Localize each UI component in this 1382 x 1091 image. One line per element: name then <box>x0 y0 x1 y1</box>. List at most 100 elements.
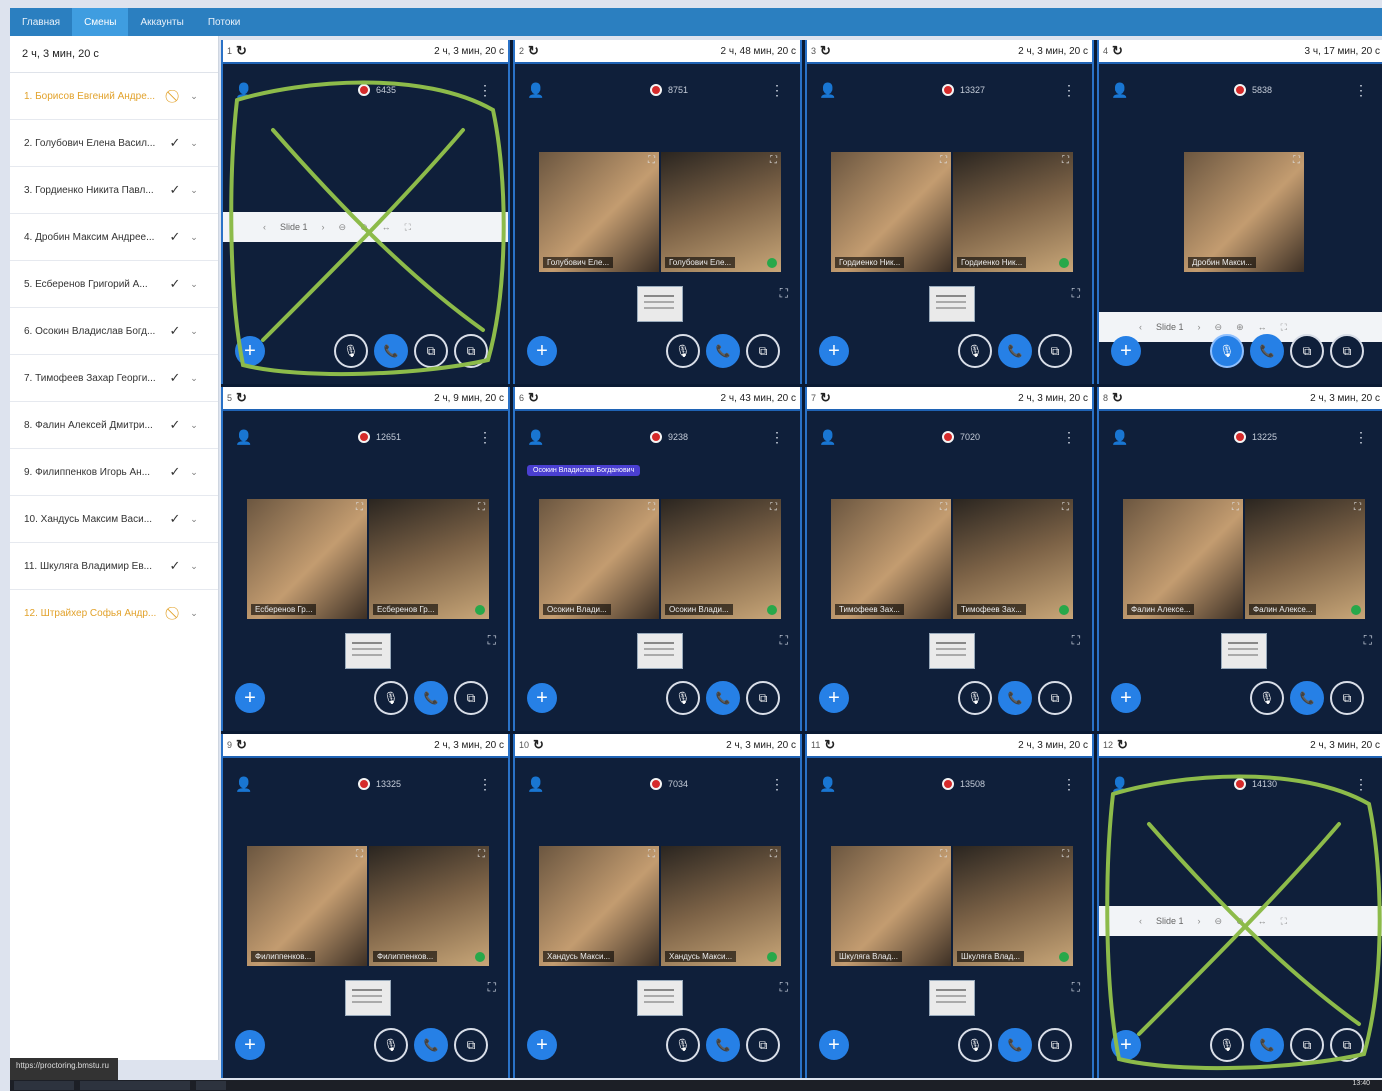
refresh-icon[interactable]: ↻ <box>236 43 247 59</box>
expand-icon[interactable]: ⛶ <box>648 155 655 166</box>
student-row[interactable]: 3. Гордиенко Никита Павл... ✓ ⌄ <box>10 167 218 214</box>
phone-button[interactable]: 📞 <box>998 1028 1032 1062</box>
expand-icon[interactable]: ⛶ <box>1072 286 1080 301</box>
screen-share-button[interactable]: ⧉ <box>1330 334 1364 368</box>
zoom-out-icon[interactable]: ⊖ <box>1215 916 1223 927</box>
mic-button[interactable]: 🎙 <box>1210 334 1244 368</box>
add-button[interactable]: + <box>1111 683 1141 713</box>
zoom-in-icon[interactable]: ⊕ <box>1236 322 1244 333</box>
user-icon[interactable]: 👤 <box>819 82 836 99</box>
more-options-icon[interactable]: ⋮ <box>1062 429 1076 446</box>
fit-width-icon[interactable]: ↔ <box>1258 322 1267 332</box>
expand-icon[interactable]: ⛶ <box>488 980 496 995</box>
expand-icon[interactable]: ⛶ <box>1062 502 1069 513</box>
expand-icon[interactable]: ⛶ <box>1293 155 1300 166</box>
mic-button[interactable]: 🎙 <box>374 681 408 715</box>
refresh-icon[interactable]: ↻ <box>820 390 831 406</box>
expand-icon[interactable]: ⛶ <box>1232 502 1239 513</box>
expand-icon[interactable]: ⛶ <box>940 502 947 513</box>
nav-tab-0[interactable]: Главная <box>10 8 72 36</box>
zoom-in-icon[interactable]: ⊕ <box>1236 916 1244 927</box>
chevron-down-icon[interactable]: ⌄ <box>184 326 204 337</box>
refresh-icon[interactable]: ↻ <box>528 390 539 406</box>
document-thumbnail[interactable] <box>637 633 683 669</box>
mic-button[interactable]: 🎙 <box>374 1028 408 1062</box>
phone-button[interactable]: 📞 <box>1290 681 1324 715</box>
webcam-video[interactable]: ⛶ Фалин Алексе... <box>1123 499 1243 619</box>
expand-icon[interactable]: ⛶ <box>1364 633 1372 648</box>
user-icon[interactable]: 👤 <box>235 776 252 793</box>
prev-slide-icon[interactable]: ‹ <box>1139 916 1142 926</box>
expand-icon[interactable]: ⛶ <box>1062 849 1069 860</box>
expand-icon[interactable]: ⛶ <box>940 849 947 860</box>
phone-button[interactable]: 📞 <box>998 334 1032 368</box>
expand-icon[interactable]: ⛶ <box>770 155 777 166</box>
webcam-video[interactable]: ⛶ Есберенов Гр... <box>369 499 489 619</box>
mic-button[interactable]: 🎙 <box>1210 1028 1244 1062</box>
webcam-video[interactable]: ⛶ Хандусь Макси... <box>539 846 659 966</box>
add-button[interactable]: + <box>1111 1030 1141 1060</box>
next-slide-icon[interactable]: › <box>322 222 325 232</box>
fullscreen-icon[interactable]: ⛶ <box>1281 916 1287 927</box>
more-options-icon[interactable]: ⋮ <box>478 82 492 99</box>
webcam-video[interactable]: ⛶ Голубович Еле... <box>661 152 781 272</box>
add-button[interactable]: + <box>527 1030 557 1060</box>
chevron-down-icon[interactable]: ⌄ <box>184 232 204 243</box>
more-options-icon[interactable]: ⋮ <box>1354 776 1368 793</box>
next-slide-icon[interactable]: › <box>1198 322 1201 332</box>
student-row[interactable]: 6. Осокин Владислав Богд... ✓ ⌄ <box>10 308 218 355</box>
expand-icon[interactable]: ⛶ <box>648 502 655 513</box>
user-icon[interactable]: 👤 <box>527 429 544 446</box>
expand-icon[interactable]: ⛶ <box>780 286 788 301</box>
webcam-video[interactable]: ⛶ Филиппенков... <box>247 846 367 966</box>
more-options-icon[interactable]: ⋮ <box>770 82 784 99</box>
webcam-video[interactable]: ⛶ Дробин Макси... <box>1184 152 1304 272</box>
document-thumbnail[interactable] <box>637 980 683 1016</box>
add-button[interactable]: + <box>235 683 265 713</box>
student-row[interactable]: 10. Хандусь Максим Васи... ✓ ⌄ <box>10 496 218 543</box>
webcam-video[interactable]: ⛶ Голубович Еле... <box>539 152 659 272</box>
student-row[interactable]: 11. Шкуляга Владимир Ев... ✓ ⌄ <box>10 543 218 590</box>
chevron-down-icon[interactable]: ⌄ <box>184 373 204 384</box>
next-slide-icon[interactable]: › <box>1198 916 1201 926</box>
camera-button[interactable]: ⧉ <box>454 1028 488 1062</box>
expand-icon[interactable]: ⛶ <box>1072 633 1080 648</box>
phone-button[interactable]: 📞 <box>1250 1028 1284 1062</box>
add-button[interactable]: + <box>819 336 849 366</box>
document-thumbnail[interactable] <box>1221 633 1267 669</box>
prev-slide-icon[interactable]: ‹ <box>1139 322 1142 332</box>
chevron-down-icon[interactable]: ⌄ <box>184 279 204 290</box>
expand-icon[interactable]: ⛶ <box>1354 502 1361 513</box>
chevron-down-icon[interactable]: ⌄ <box>184 420 204 431</box>
document-thumbnail[interactable] <box>929 633 975 669</box>
phone-button[interactable]: 📞 <box>1250 334 1284 368</box>
phone-button[interactable]: 📞 <box>706 1028 740 1062</box>
prev-slide-icon[interactable]: ‹ <box>263 222 266 232</box>
mic-button[interactable]: 🎙 <box>666 334 700 368</box>
chevron-down-icon[interactable]: ⌄ <box>184 185 204 196</box>
student-row[interactable]: 2. Голубович Елена Васил... ✓ ⌄ <box>10 120 218 167</box>
add-button[interactable]: + <box>527 683 557 713</box>
camera-button[interactable]: ⧉ <box>746 1028 780 1062</box>
webcam-video[interactable]: ⛶ Тимофеев Зах... <box>953 499 1073 619</box>
mic-button[interactable]: 🎙 <box>958 334 992 368</box>
more-options-icon[interactable]: ⋮ <box>478 429 492 446</box>
refresh-icon[interactable]: ↻ <box>824 737 835 753</box>
chevron-down-icon[interactable]: ⌄ <box>184 608 204 619</box>
fit-width-icon[interactable]: ↔ <box>1258 916 1267 926</box>
webcam-video[interactable]: ⛶ Осокин Влади... <box>661 499 781 619</box>
refresh-icon[interactable]: ↻ <box>533 737 544 753</box>
chevron-down-icon[interactable]: ⌄ <box>184 91 204 102</box>
webcam-video[interactable]: ⛶ Есберенов Гр... <box>247 499 367 619</box>
camera-button[interactable]: ⧉ <box>454 681 488 715</box>
camera-button[interactable]: ⧉ <box>1038 1028 1072 1062</box>
mic-button[interactable]: 🎙 <box>666 681 700 715</box>
student-row[interactable]: 8. Фалин Алексей Дмитри... ✓ ⌄ <box>10 402 218 449</box>
camera-button[interactable]: ⧉ <box>1038 681 1072 715</box>
user-icon[interactable]: 👤 <box>1111 82 1128 99</box>
phone-button[interactable]: 📞 <box>706 334 740 368</box>
user-icon[interactable]: 👤 <box>527 776 544 793</box>
slide-selector[interactable]: Slide 1 <box>1156 916 1184 926</box>
more-options-icon[interactable]: ⋮ <box>770 776 784 793</box>
add-button[interactable]: + <box>235 336 265 366</box>
